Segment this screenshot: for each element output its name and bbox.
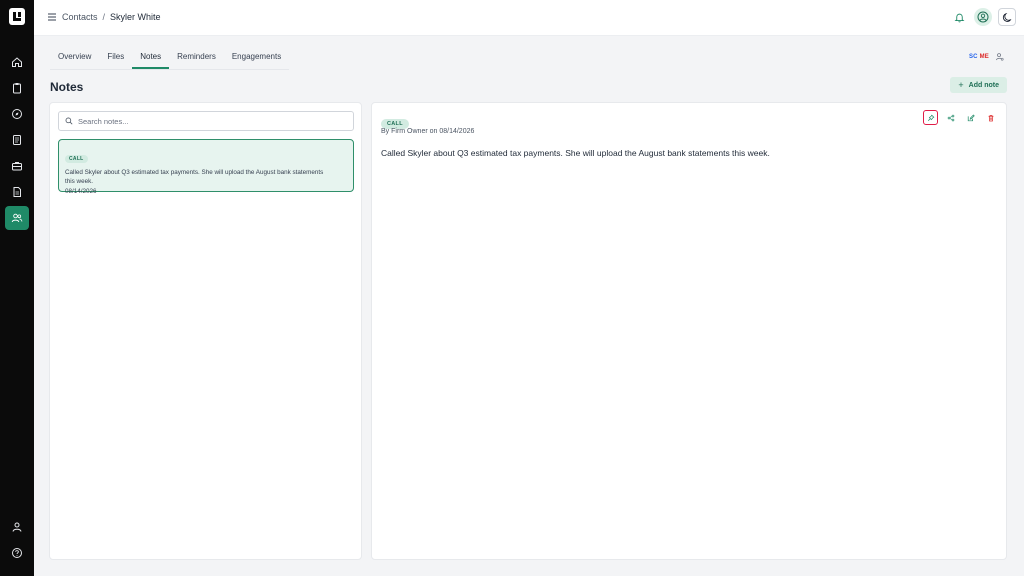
pin-button[interactable]: [923, 110, 938, 125]
tab-bar-extras: SC ME: [969, 52, 1004, 61]
delete-button[interactable]: [983, 110, 998, 125]
note-type-badge: CALL: [65, 155, 88, 163]
top-bar: Contacts / Skyler White: [34, 0, 1024, 36]
user-circle-icon: [977, 11, 989, 23]
sidebar-item-contacts[interactable]: [5, 206, 29, 230]
pin-icon: [927, 114, 934, 121]
breadcrumb-current: Skyler White: [110, 12, 161, 22]
plus-icon: +: [958, 80, 964, 90]
contact-tabs: Overview Files Notes Reminders Engagemen…: [50, 48, 290, 70]
sidebar-item-compass[interactable]: [5, 102, 29, 126]
add-note-label: Add note: [968, 81, 999, 89]
share-button[interactable]: [943, 110, 958, 125]
sidebar: [0, 0, 34, 576]
share-icon: [947, 114, 954, 121]
note-date: 08/14/2026: [65, 188, 97, 195]
clipboard-icon: [13, 83, 21, 94]
help-icon: [12, 548, 22, 558]
badge-part-2: ME: [979, 53, 989, 60]
briefcase-icon: [12, 162, 22, 171]
moon-icon: [1002, 12, 1011, 22]
sidebar-item-profile[interactable]: [5, 515, 29, 539]
note-body: Called Skyler about Q3 estimated tax pay…: [381, 148, 770, 158]
tab-notes[interactable]: Notes: [132, 48, 170, 69]
theme-toggle-button[interactable]: [998, 8, 1016, 26]
trash-icon: [988, 114, 993, 121]
search-icon: [65, 117, 73, 125]
sidebar-item-documents[interactable]: [5, 128, 29, 152]
note-preview-text: Called Skyler about Q3 estimated tax pay…: [65, 169, 324, 185]
sidebar-item-help[interactable]: [5, 541, 29, 565]
search-input[interactable]: [78, 116, 338, 126]
notes-list-panel: CALL Called Skyler about Q3 estimated ta…: [49, 102, 362, 560]
menu-icon[interactable]: [47, 12, 57, 22]
note-actions: [923, 110, 998, 125]
tab-overview[interactable]: Overview: [50, 48, 99, 69]
page-title: Notes: [50, 80, 84, 94]
sidebar-item-clipboard[interactable]: [5, 76, 29, 100]
sidebar-item-files[interactable]: [5, 180, 29, 204]
users-icon: [11, 213, 23, 223]
breadcrumb-separator: /: [102, 12, 106, 22]
file-text-icon: [13, 187, 21, 197]
person-icon: [12, 522, 22, 532]
sidebar-item-briefcase[interactable]: [5, 154, 29, 178]
note-author-line: By Firm Owner on 08/14/2026: [381, 128, 475, 135]
top-actions: [950, 8, 1016, 26]
sidebar-item-home[interactable]: [5, 50, 29, 74]
compass-icon: [12, 109, 22, 119]
contact-initials-badge[interactable]: SC ME: [969, 54, 989, 60]
edit-button[interactable]: [963, 110, 978, 125]
tab-engagements[interactable]: Engagements: [224, 48, 289, 69]
tab-reminders[interactable]: Reminders: [169, 48, 224, 69]
add-note-button[interactable]: + Add note: [950, 77, 1007, 93]
breadcrumb: Contacts / Skyler White: [62, 12, 161, 22]
profile-button[interactable]: [974, 8, 992, 26]
tab-files[interactable]: Files: [99, 48, 132, 69]
user-settings-icon[interactable]: [995, 52, 1004, 61]
app-logo[interactable]: [9, 8, 25, 25]
search-box[interactable]: [58, 111, 354, 131]
home-icon: [12, 57, 22, 67]
breadcrumb-contacts[interactable]: Contacts: [62, 12, 98, 22]
note-detail-panel: CALL By Firm Owner on 08/14/2026 Called …: [371, 102, 1007, 560]
badge-part-1: SC: [968, 53, 978, 60]
document-list-icon: [13, 135, 21, 145]
bell-icon: [954, 13, 964, 22]
notifications-button[interactable]: [950, 8, 968, 26]
note-list-item[interactable]: CALL Called Skyler about Q3 estimated ta…: [58, 139, 354, 195]
edit-icon: [967, 114, 975, 121]
